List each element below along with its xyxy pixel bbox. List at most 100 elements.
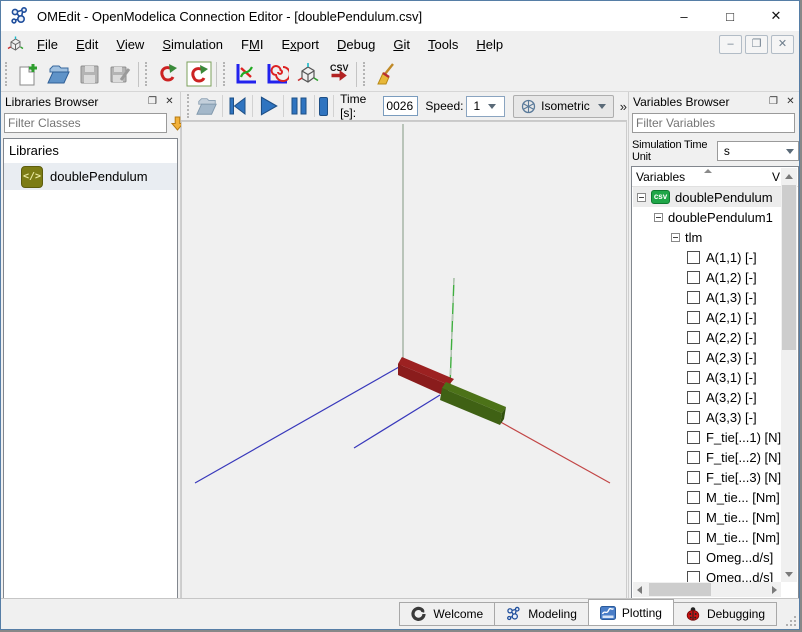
value-column-header[interactable]: V [772, 167, 780, 187]
menu-simulation[interactable]: Simulation [153, 35, 232, 54]
tab-modeling[interactable]: Modeling [494, 602, 589, 626]
variable-row[interactable]: M_tie... [Nm] [633, 487, 781, 507]
toolbar-overflow-button[interactable]: » [620, 99, 627, 114]
speed-combo[interactable]: 1 [466, 96, 505, 117]
model-row[interactable]: doublePendulum1 [633, 207, 781, 227]
view-mode-button[interactable]: Isometric [513, 95, 614, 118]
scroll-right-icon[interactable] [772, 586, 777, 594]
variable-checkbox[interactable] [687, 411, 700, 424]
dock-close-button[interactable]: ✕ [782, 94, 799, 109]
toolbar-grip[interactable] [187, 94, 191, 118]
menu-file[interactable]: File [28, 35, 67, 54]
open-model-button[interactable] [43, 59, 74, 90]
variable-checkbox[interactable] [687, 311, 700, 324]
collapse-icon[interactable] [637, 193, 646, 202]
scroll-up-icon[interactable] [785, 174, 793, 179]
time-input[interactable] [383, 96, 418, 116]
variable-row[interactable]: A(2,3) [-] [633, 347, 781, 367]
time-slider-handle[interactable] [319, 97, 328, 116]
variable-row[interactable]: Omeg...d/s] [633, 547, 781, 567]
variable-row[interactable]: F_tie[...1) [N] [633, 427, 781, 447]
variable-checkbox[interactable] [687, 331, 700, 344]
variable-row[interactable]: A(1,3) [-] [633, 287, 781, 307]
toolbar-grip[interactable] [363, 62, 367, 86]
variable-row[interactable]: A(2,1) [-] [633, 307, 781, 327]
variable-row[interactable]: A(3,1) [-] [633, 367, 781, 387]
component-row[interactable]: tlm [633, 227, 781, 247]
filter-variables-input[interactable] [632, 113, 795, 133]
filter-options-button[interactable] [799, 113, 800, 133]
play-button[interactable] [255, 93, 281, 119]
new-modelica-class-button[interactable] [12, 59, 43, 90]
time-unit-combo[interactable]: s [717, 141, 799, 161]
clear-plot-button[interactable] [370, 59, 401, 90]
variable-checkbox[interactable] [687, 551, 700, 564]
variable-checkbox[interactable] [687, 371, 700, 384]
dock-float-button[interactable]: ❐ [144, 94, 161, 109]
variable-row[interactable]: A(3,2) [-] [633, 387, 781, 407]
variable-checkbox[interactable] [687, 291, 700, 304]
vertical-scrollbar[interactable] [781, 168, 797, 582]
variable-row[interactable]: F_tie[...2) [N] [633, 447, 781, 467]
scroll-left-icon[interactable] [637, 586, 642, 594]
variable-row[interactable]: A(1,2) [-] [633, 267, 781, 287]
pause-button[interactable] [286, 93, 312, 119]
variable-row[interactable]: M_tie... [Nm] [633, 507, 781, 527]
variable-checkbox[interactable] [687, 271, 700, 284]
toolbar-grip[interactable] [223, 62, 227, 86]
menu-view[interactable]: View [107, 35, 153, 54]
variable-checkbox[interactable] [687, 351, 700, 364]
toolbar-grip[interactable] [145, 62, 149, 86]
scrollbar-thumb[interactable] [649, 583, 711, 596]
minimize-button[interactable]: – [661, 1, 707, 31]
new-plot-window-button[interactable] [230, 59, 261, 90]
menu-tools[interactable]: Tools [419, 35, 467, 54]
variable-checkbox[interactable] [687, 571, 700, 583]
tab-welcome[interactable]: Welcome [399, 602, 495, 626]
variable-checkbox[interactable] [687, 511, 700, 524]
toolbar-grip[interactable] [5, 62, 9, 86]
tab-debugging[interactable]: Debugging [673, 602, 777, 626]
mdi-restore-button[interactable]: ❐ [745, 35, 768, 54]
menu-fmi[interactable]: FMI [232, 35, 272, 54]
variable-row[interactable]: A(3,3) [-] [633, 407, 781, 427]
variable-row[interactable]: A(1,1) [-] [633, 247, 781, 267]
variable-checkbox[interactable] [687, 251, 700, 264]
collapse-icon[interactable] [671, 233, 680, 242]
mdi-minimize-button[interactable]: – [719, 35, 742, 54]
variable-checkbox[interactable] [687, 531, 700, 544]
variable-checkbox[interactable] [687, 451, 700, 464]
variable-row[interactable]: Omeg...d/s] [633, 567, 781, 582]
filter-classes-input[interactable] [4, 113, 167, 133]
result-file-row[interactable]: csv doublePendulum [633, 187, 781, 207]
save-as-button[interactable] [105, 59, 136, 90]
tab-plotting[interactable]: Plotting [588, 599, 674, 626]
library-item-doublePendulum[interactable]: </> doublePendulum [4, 163, 177, 190]
maximize-button[interactable]: □ [707, 1, 753, 31]
export-csv-button[interactable]: CSV [323, 59, 354, 90]
title-bar[interactable]: OMEdit - OpenModelica Connection Editor … [1, 1, 799, 31]
variable-checkbox[interactable] [687, 431, 700, 444]
re-simulate-button[interactable] [152, 59, 183, 90]
variable-row[interactable]: F_tie[...3) [N] [633, 467, 781, 487]
jump-to-start-button[interactable] [225, 93, 251, 119]
dock-close-button[interactable]: ✕ [161, 94, 178, 109]
open-result-file-button[interactable] [194, 93, 220, 119]
variable-checkbox[interactable] [687, 491, 700, 504]
variable-row[interactable]: A(2,2) [-] [633, 327, 781, 347]
variables-tree-header[interactable]: Variables V [632, 167, 798, 187]
mdi-close-button[interactable]: ✕ [771, 35, 794, 54]
save-button[interactable] [74, 59, 105, 90]
variable-row[interactable]: M_tie... [Nm] [633, 527, 781, 547]
menu-export[interactable]: Export [272, 35, 328, 54]
re-simulate-setup-button[interactable] [183, 59, 214, 90]
close-button[interactable]: ✕ [753, 1, 799, 31]
3d-viewport[interactable] [181, 121, 627, 600]
menu-help[interactable]: Help [467, 35, 512, 54]
menu-debug[interactable]: Debug [328, 35, 384, 54]
horizontal-scrollbar[interactable] [633, 582, 781, 597]
collapse-icon[interactable] [654, 213, 663, 222]
window-resize-grip[interactable] [786, 616, 796, 626]
new-parametric-plot-button[interactable] [261, 59, 292, 90]
menu-git[interactable]: Git [384, 35, 419, 54]
